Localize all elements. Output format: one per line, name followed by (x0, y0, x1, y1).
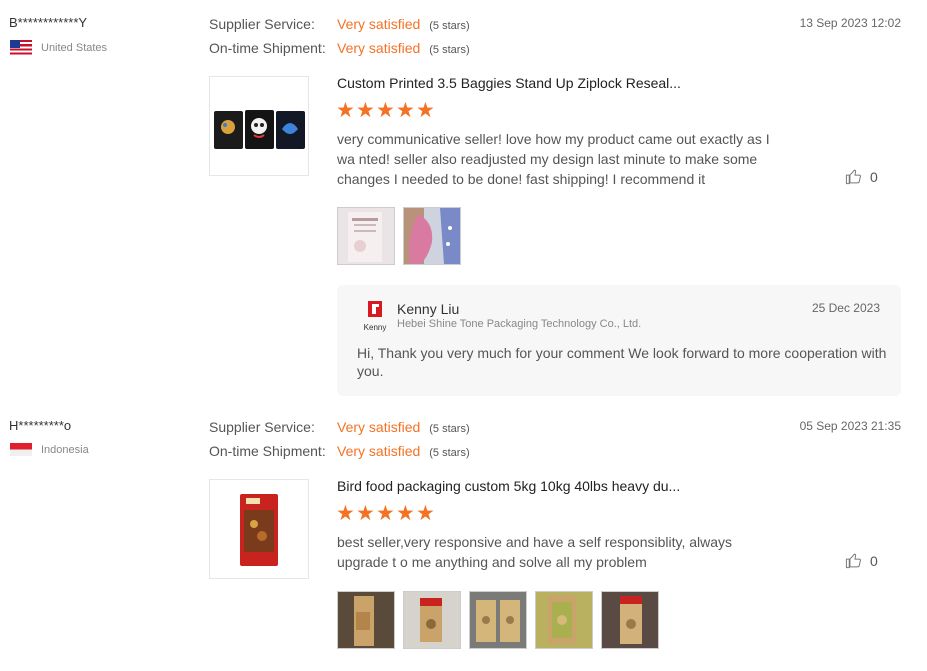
review-photo[interactable] (337, 207, 395, 265)
product-title[interactable]: Bird food packaging custom 5kg 10kg 40lb… (337, 478, 680, 494)
star-icon: ★ (376, 99, 395, 122)
review-photo[interactable] (601, 591, 659, 649)
thumbs-up-icon (845, 169, 861, 185)
supplier-service-rating: Supplier Service: Very satisfied (5 star… (209, 16, 470, 32)
on-time-shipment-rating: On-time Shipment: Very satisfied (5 star… (209, 40, 470, 56)
rating-value: Very satisfied (337, 443, 421, 459)
buyer-country: United States (10, 40, 107, 55)
reply-date: 25 Dec 2023 (811, 301, 880, 315)
review-photos (337, 591, 659, 649)
rating-label: On-time Shipment: (209, 40, 326, 56)
supplier-company: Hebei Shine Tone Packaging Technology Co… (397, 318, 642, 330)
product-image[interactable] (209, 479, 309, 579)
star-icon: ★ (336, 99, 355, 122)
product-rating-stars: ★ ★ ★ ★ ★ (336, 99, 435, 122)
review-photo[interactable] (337, 591, 395, 649)
star-icon: ★ (356, 502, 375, 525)
supplier-reply-name: Kenny Liu (397, 301, 460, 317)
rating-value: Very satisfied (337, 419, 421, 435)
like-button[interactable]: 0 (845, 552, 878, 569)
supplier-logo: Kenny (359, 300, 391, 332)
country-name: Indonesia (41, 443, 89, 456)
supplier-service-rating: Supplier Service: Very satisfied (5 star… (209, 419, 470, 435)
like-count: 0 (870, 168, 878, 185)
review-comment: best seller,very responsive and have a s… (337, 534, 733, 570)
like-count: 0 (870, 552, 878, 569)
star-icon: ★ (396, 502, 415, 525)
star-icon: ★ (416, 502, 435, 525)
review-photos (337, 207, 461, 265)
review-photo[interactable] (403, 591, 461, 649)
star-icon: ★ (336, 502, 355, 525)
star-icon: ★ (376, 502, 395, 525)
review-comment: very communicative seller! love how my p… (337, 131, 770, 187)
rating-stars-text: (5 stars) (429, 423, 470, 435)
review-photo[interactable] (403, 207, 461, 265)
supplier-reply: Kenny Kenny Liu Hebei Shine Tone Packagi… (337, 285, 901, 396)
rating-stars-text: (5 stars) (429, 44, 470, 56)
product-image[interactable] (209, 76, 309, 176)
reply-text: Hi, Thank you very much for your comment… (357, 345, 887, 379)
us-flag-icon (10, 40, 32, 55)
rating-label: Supplier Service: (209, 16, 315, 32)
rating-label: On-time Shipment: (209, 443, 326, 459)
country-name: United States (41, 41, 108, 54)
review-photo[interactable] (535, 591, 593, 649)
buyer-country: Indonesia (10, 443, 89, 456)
star-icon: ★ (356, 99, 375, 122)
buyer-name: B************Y (9, 15, 88, 30)
supplier-logo-text: Kenny (364, 323, 387, 332)
id-flag-icon (10, 443, 32, 456)
review-photo[interactable] (469, 591, 527, 649)
rating-stars-text: (5 stars) (429, 447, 470, 459)
rating-label: Supplier Service: (209, 419, 315, 435)
review-date: 13 Sep 2023 12:02 (799, 16, 901, 30)
review-date: 05 Sep 2023 21:35 (799, 419, 901, 433)
rating-stars-text: (5 stars) (429, 20, 470, 32)
buyer-name: H*********o (9, 418, 72, 433)
on-time-shipment-rating: On-time Shipment: Very satisfied (5 star… (209, 443, 470, 459)
rating-value: Very satisfied (337, 16, 421, 32)
like-button[interactable]: 0 (845, 168, 878, 185)
product-rating-stars: ★ ★ ★ ★ ★ (336, 502, 435, 525)
star-icon: ★ (396, 99, 415, 122)
product-title[interactable]: Custom Printed 3.5 Baggies Stand Up Zipl… (337, 75, 681, 91)
rating-value: Very satisfied (337, 40, 421, 56)
thumbs-up-icon (845, 553, 861, 569)
star-icon: ★ (416, 99, 435, 122)
